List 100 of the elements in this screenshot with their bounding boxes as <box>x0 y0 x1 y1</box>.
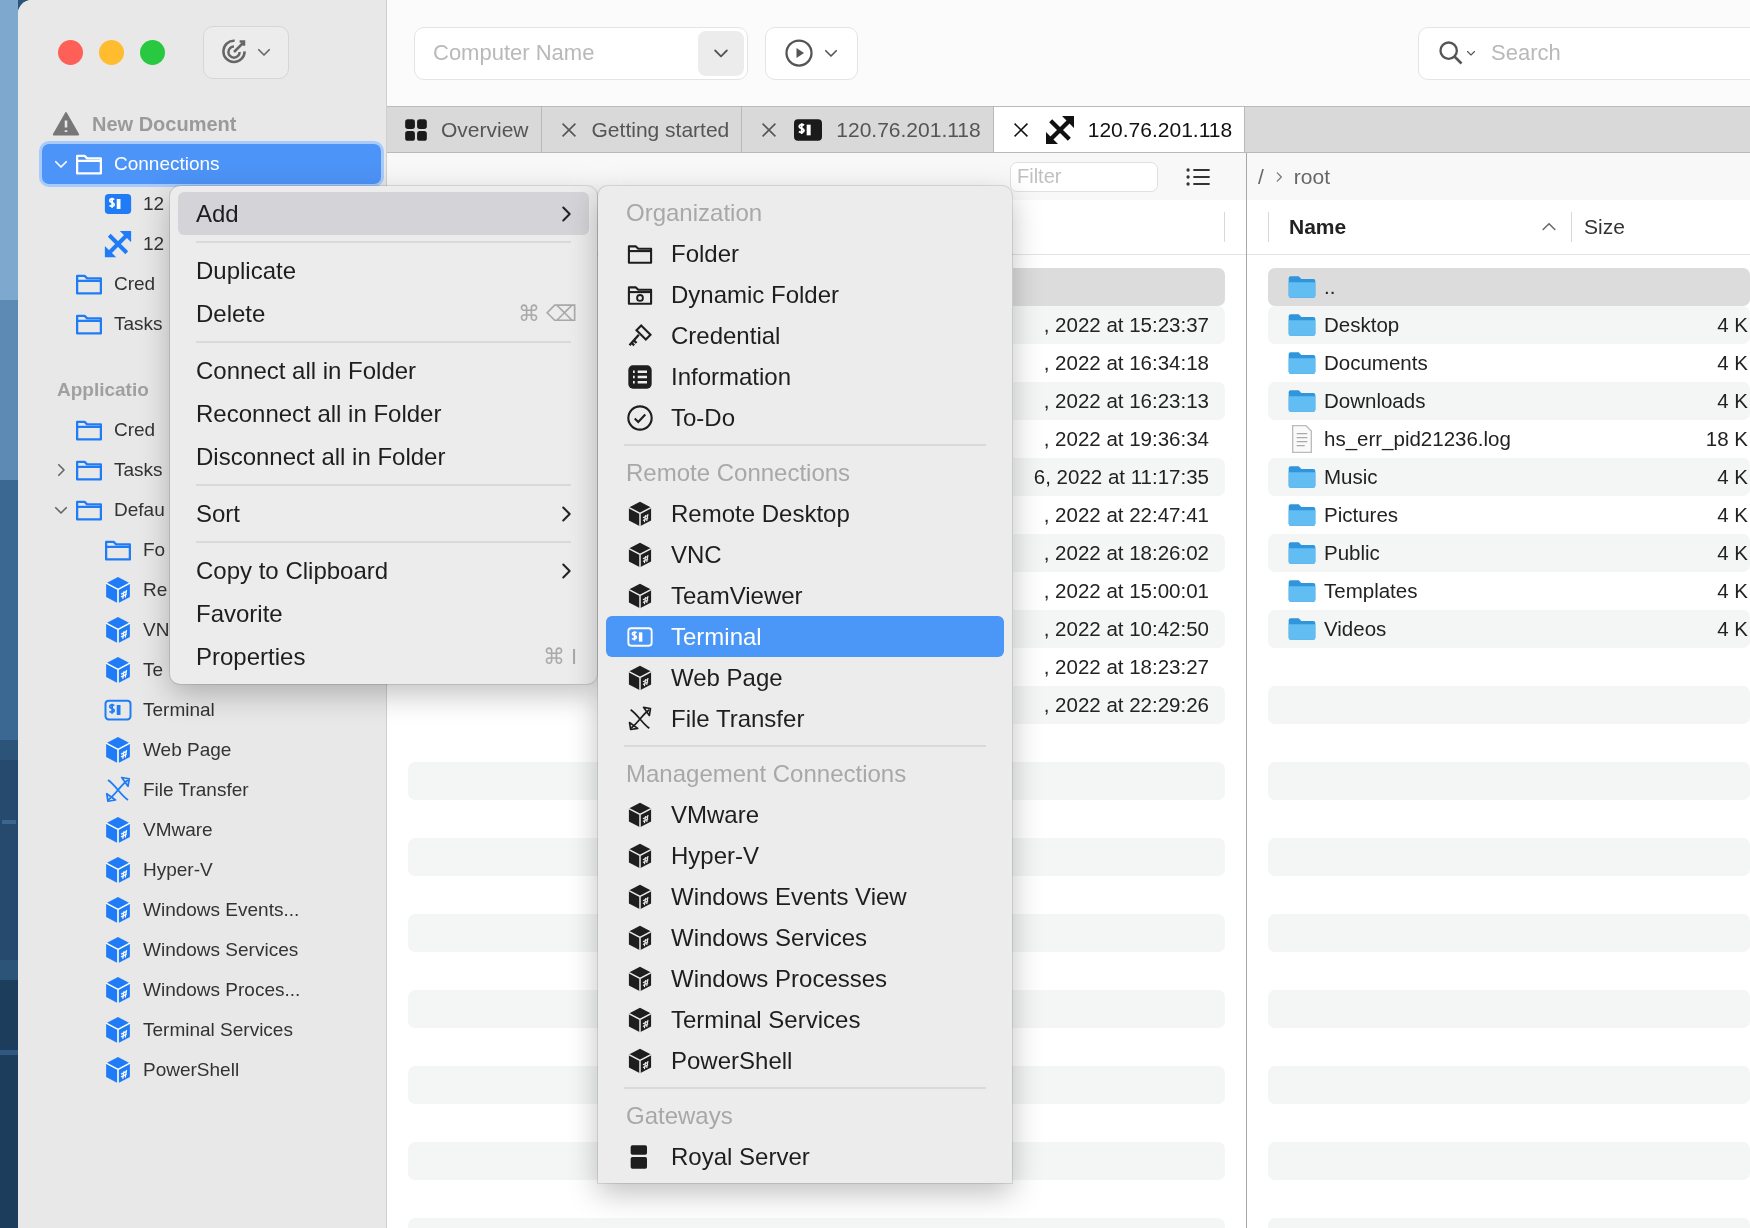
menu-item[interactable]: Remote Desktop <box>606 493 1004 534</box>
tree-item[interactable]: 12 <box>42 184 165 224</box>
computer-name-field[interactable]: Computer Name <box>433 40 698 66</box>
tree-item[interactable]: Te <box>42 650 164 690</box>
table-row[interactable]: , 2022 at 10:42:50 <box>1013 610 1225 648</box>
filter-field[interactable]: Filter <box>1010 161 1158 192</box>
tree-item[interactable]: Windows Proces... <box>42 970 301 1010</box>
menu-item[interactable]: Delete ⌘ ⌫ <box>178 292 589 335</box>
menu-item[interactable]: Windows Services <box>606 917 1004 958</box>
menu-item[interactable]: VMware <box>606 794 1004 835</box>
file-name: Public <box>1324 541 1380 565</box>
cube-icon <box>103 575 133 605</box>
file-row[interactable]: Documents 4 K <box>1268 344 1750 382</box>
menu-item[interactable]: Sort <box>178 492 589 535</box>
table-row[interactable]: , 2022 at 22:29:26 <box>1013 686 1225 724</box>
file-row[interactable]: Videos 4 K <box>1268 610 1750 648</box>
file-size: 4 K <box>1717 465 1748 489</box>
action-button[interactable] <box>203 25 289 79</box>
menu-item[interactable]: Favorite <box>178 592 589 635</box>
file-row[interactable]: Pictures 4 K <box>1268 496 1750 534</box>
menu-item[interactable]: Windows Events View <box>606 876 1004 917</box>
tree-item[interactable]: Terminal <box>42 690 215 730</box>
file-row[interactable]: Downloads 4 K <box>1268 382 1750 420</box>
table-row[interactable]: 6, 2022 at 11:17:35 <box>1013 458 1225 496</box>
cube-icon <box>626 499 654 528</box>
combo-box[interactable]: Computer Name <box>414 26 748 80</box>
menu-item[interactable]: TeamViewer <box>606 575 1004 616</box>
path-segment[interactable]: / <box>1258 164 1264 189</box>
play-button[interactable] <box>765 26 858 80</box>
search-input[interactable]: Search <box>1491 40 1750 66</box>
menu-item[interactable]: Connect all in Folder <box>178 349 589 392</box>
table-row[interactable]: , 2022 at 18:23:27 <box>1013 648 1225 686</box>
tree-item[interactable]: Defau <box>42 490 165 530</box>
file-size: 4 K <box>1717 503 1748 527</box>
file-row[interactable]: Templates 4 K <box>1268 572 1750 610</box>
tree-item[interactable]: File Transfer <box>42 770 249 810</box>
tree-item[interactable]: Web Page <box>42 730 232 770</box>
cube-icon <box>626 841 654 870</box>
menu-item[interactable]: Credential <box>606 315 1004 356</box>
table-row[interactable]: , 2022 at 16:34:18 <box>1013 344 1225 382</box>
tree-item[interactable]: Fo <box>42 530 166 570</box>
menu-item[interactable]: Duplicate <box>178 249 589 292</box>
tree-item[interactable]: Cred <box>42 410 156 450</box>
menu-item[interactable]: Information <box>606 356 1004 397</box>
tree-item[interactable]: Windows Services <box>42 930 299 970</box>
table-row[interactable]: , 2022 at 18:26:02 <box>1013 534 1225 572</box>
menu-item[interactable]: Folder <box>606 233 1004 274</box>
warning-icon <box>52 110 80 138</box>
menu-item[interactable]: Copy to Clipboard <box>178 549 589 592</box>
menu-item[interactable]: Windows Processes <box>606 958 1004 999</box>
table-cell: , 2022 at 10:42:50 <box>1043 617 1209 641</box>
menu-item[interactable]: Properties ⌘ I <box>178 635 589 678</box>
file-size: 4 K <box>1717 579 1748 603</box>
tree-item[interactable]: Terminal Services <box>42 1010 293 1050</box>
file-row[interactable]: .. <box>1268 268 1750 306</box>
tree-item[interactable]: Cred <box>42 264 156 304</box>
tree-item[interactable]: Re <box>42 570 168 610</box>
menu-item[interactable]: File Transfer <box>606 698 1004 739</box>
menu-item[interactable]: Web Page <box>606 657 1004 698</box>
table-row[interactable]: , 2022 at 16:23:13 <box>1013 382 1225 420</box>
tree-item[interactable]: VMware <box>42 810 213 850</box>
menu-item[interactable]: Reconnect all in Folder <box>178 392 589 435</box>
tree-item[interactable]: PowerShell <box>42 1050 240 1090</box>
menu-item[interactable]: Royal Server <box>606 1136 1004 1177</box>
file-row[interactable]: hs_err_pid21236.log 18 K <box>1268 420 1750 458</box>
cube-icon <box>103 1055 133 1085</box>
tab[interactable]: Getting started <box>541 107 743 152</box>
cube-icon <box>103 735 133 765</box>
menu-item[interactable]: VNC <box>606 534 1004 575</box>
menu-item[interactable]: To-Do <box>606 397 1004 438</box>
table-row[interactable]: , 2022 at 15:23:37 <box>1013 306 1225 344</box>
menu-item[interactable]: Dynamic Folder <box>606 274 1004 315</box>
tab[interactable]: 120.76.201.118 <box>993 107 1246 152</box>
tree-item[interactable]: Hyper-V <box>42 850 213 890</box>
tree-item[interactable]: 12 <box>42 224 165 264</box>
table-row[interactable]: , 2022 at 15:00:01 <box>1013 572 1225 610</box>
menu-item[interactable]: PowerShell <box>606 1040 1004 1081</box>
file-row[interactable]: Public 4 K <box>1268 534 1750 572</box>
tree-item[interactable]: Tasks <box>42 304 163 344</box>
column-header[interactable]: Name <box>1269 215 1571 239</box>
table-row[interactable]: , 2022 at 22:47:41 <box>1013 496 1225 534</box>
tab[interactable]: Overview <box>387 107 542 152</box>
path-segment[interactable]: root <box>1293 164 1331 189</box>
file-row[interactable]: Desktop 4 K <box>1268 306 1750 344</box>
column-header[interactable]: Size <box>1572 215 1625 239</box>
menu-item[interactable]: Terminal Services <box>606 999 1004 1040</box>
menu-section-header: Management Connections <box>625 758 908 789</box>
file-row[interactable]: Music 4 K <box>1268 458 1750 496</box>
close-button[interactable] <box>58 39 83 65</box>
menu-item[interactable]: Add <box>178 192 589 235</box>
file-name: Music <box>1324 465 1378 489</box>
tree-item[interactable]: VN <box>42 610 170 650</box>
menu-item[interactable]: Disconnect all in Folder <box>178 435 589 478</box>
table-row[interactable]: , 2022 at 19:36:34 <box>1013 420 1225 458</box>
search-field[interactable]: Search <box>1418 26 1750 80</box>
grid-icon <box>403 116 429 143</box>
tab[interactable]: 120.76.201.118 <box>742 107 994 152</box>
menu-item[interactable]: Hyper-V <box>606 835 1004 876</box>
tree-item[interactable]: Tasks <box>42 450 163 490</box>
tree-item[interactable]: Windows Events... <box>42 890 300 930</box>
